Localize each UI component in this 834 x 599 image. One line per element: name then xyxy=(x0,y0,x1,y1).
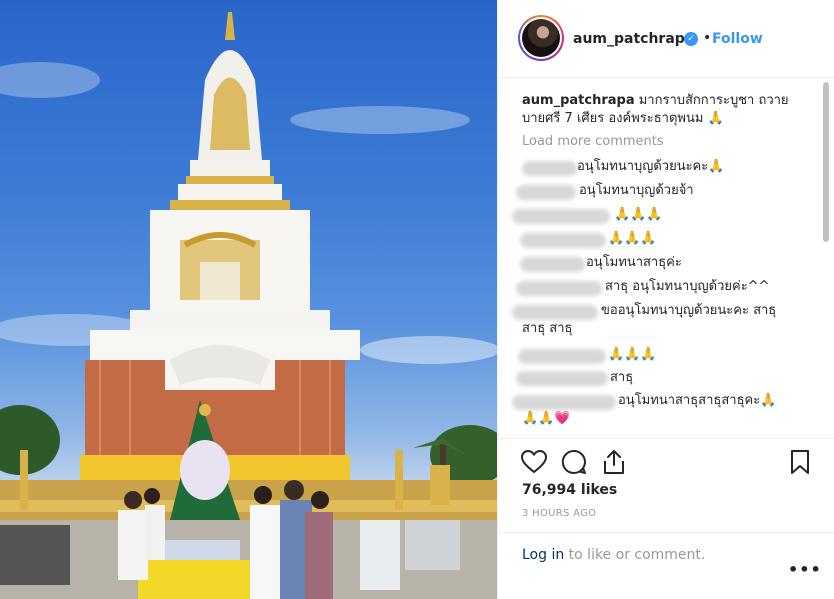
comment-username-blurred xyxy=(512,395,616,410)
avatar-image xyxy=(522,19,560,57)
post-timestamp[interactable]: 3 HOURS AGO xyxy=(522,508,596,519)
comment-username-blurred xyxy=(516,371,608,386)
comment-username-blurred xyxy=(512,209,610,224)
comment-text: อนุโมทนาบุญด้วยนะคะ🙏 xyxy=(577,159,725,174)
caption-text-2: บายศรี 7 เศียร องค์พระธาตุพนม 🙏 xyxy=(522,111,724,126)
comments-scrollbar[interactable] xyxy=(823,82,829,242)
comment-text: 🙏🙏🙏 xyxy=(608,347,657,362)
post-side-panel: aum_patchrapa ✓ • Follow aum_patchrapa ม… xyxy=(497,0,834,599)
load-more-comments-link[interactable]: Load more comments xyxy=(522,134,664,149)
login-prompt-text: to like or comment. xyxy=(564,547,706,563)
verified-badge-icon: ✓ xyxy=(684,32,698,46)
post-username[interactable]: aum_patchrapa xyxy=(573,31,694,47)
separator-dot: • xyxy=(703,30,712,46)
login-prompt: Log in to like or comment. xyxy=(522,547,705,563)
comment-username-blurred xyxy=(516,281,602,296)
heart-icon[interactable] xyxy=(520,448,548,476)
comment-text: สาธุ xyxy=(610,370,634,385)
post-photo[interactable] xyxy=(0,0,497,599)
comment-text: 🙏🙏🙏 xyxy=(608,231,657,246)
comment-text: อนุโมทนาสาธุสาธุสาธุคะ🙏 xyxy=(618,393,777,408)
comment-text: อนุโมทนาสาธุค่ะ xyxy=(586,255,682,270)
login-link[interactable]: Log in xyxy=(522,547,564,563)
comment-text: สาธุ อนุโมทนาบุญด้วยค่ะ^^ xyxy=(605,279,770,294)
comment-text: ขออนุโมทนาบุญด้วยนะคะ สาธุ xyxy=(601,303,777,318)
bookmark-icon[interactable] xyxy=(786,448,814,476)
more-options-icon[interactable]: ••• xyxy=(788,560,822,579)
comment-text-continued: 🙏🙏💗 xyxy=(522,411,571,426)
comment-username-blurred xyxy=(516,185,576,200)
comment-username-blurred xyxy=(520,257,585,272)
caption-line-1: aum_patchrapa มากราบสักการะบูชา ถวาย xyxy=(522,92,789,110)
comment-username-blurred xyxy=(518,349,606,364)
comment-username-blurred xyxy=(512,305,598,320)
comment-username-blurred xyxy=(522,161,577,176)
comment-icon[interactable] xyxy=(560,448,588,476)
comment-text: 🙏🙏🙏 xyxy=(614,207,663,222)
follow-button[interactable]: Follow xyxy=(712,31,763,47)
login-prompt-section xyxy=(498,532,834,599)
likes-count[interactable]: 76,994 likes xyxy=(522,482,617,498)
comment-username-blurred xyxy=(520,233,606,248)
caption-username[interactable]: aum_patchrapa xyxy=(522,93,635,108)
avatar[interactable] xyxy=(518,15,564,61)
temple-photo-illustration xyxy=(0,12,497,599)
comment-text: อนุโมทนาบุญด้วยจ้า xyxy=(579,183,694,198)
comment-text-continued: สาธุ สาธุ xyxy=(522,321,573,336)
share-icon[interactable] xyxy=(600,448,628,476)
caption-text-1: มากราบสักการะบูชา ถวาย xyxy=(634,93,789,108)
